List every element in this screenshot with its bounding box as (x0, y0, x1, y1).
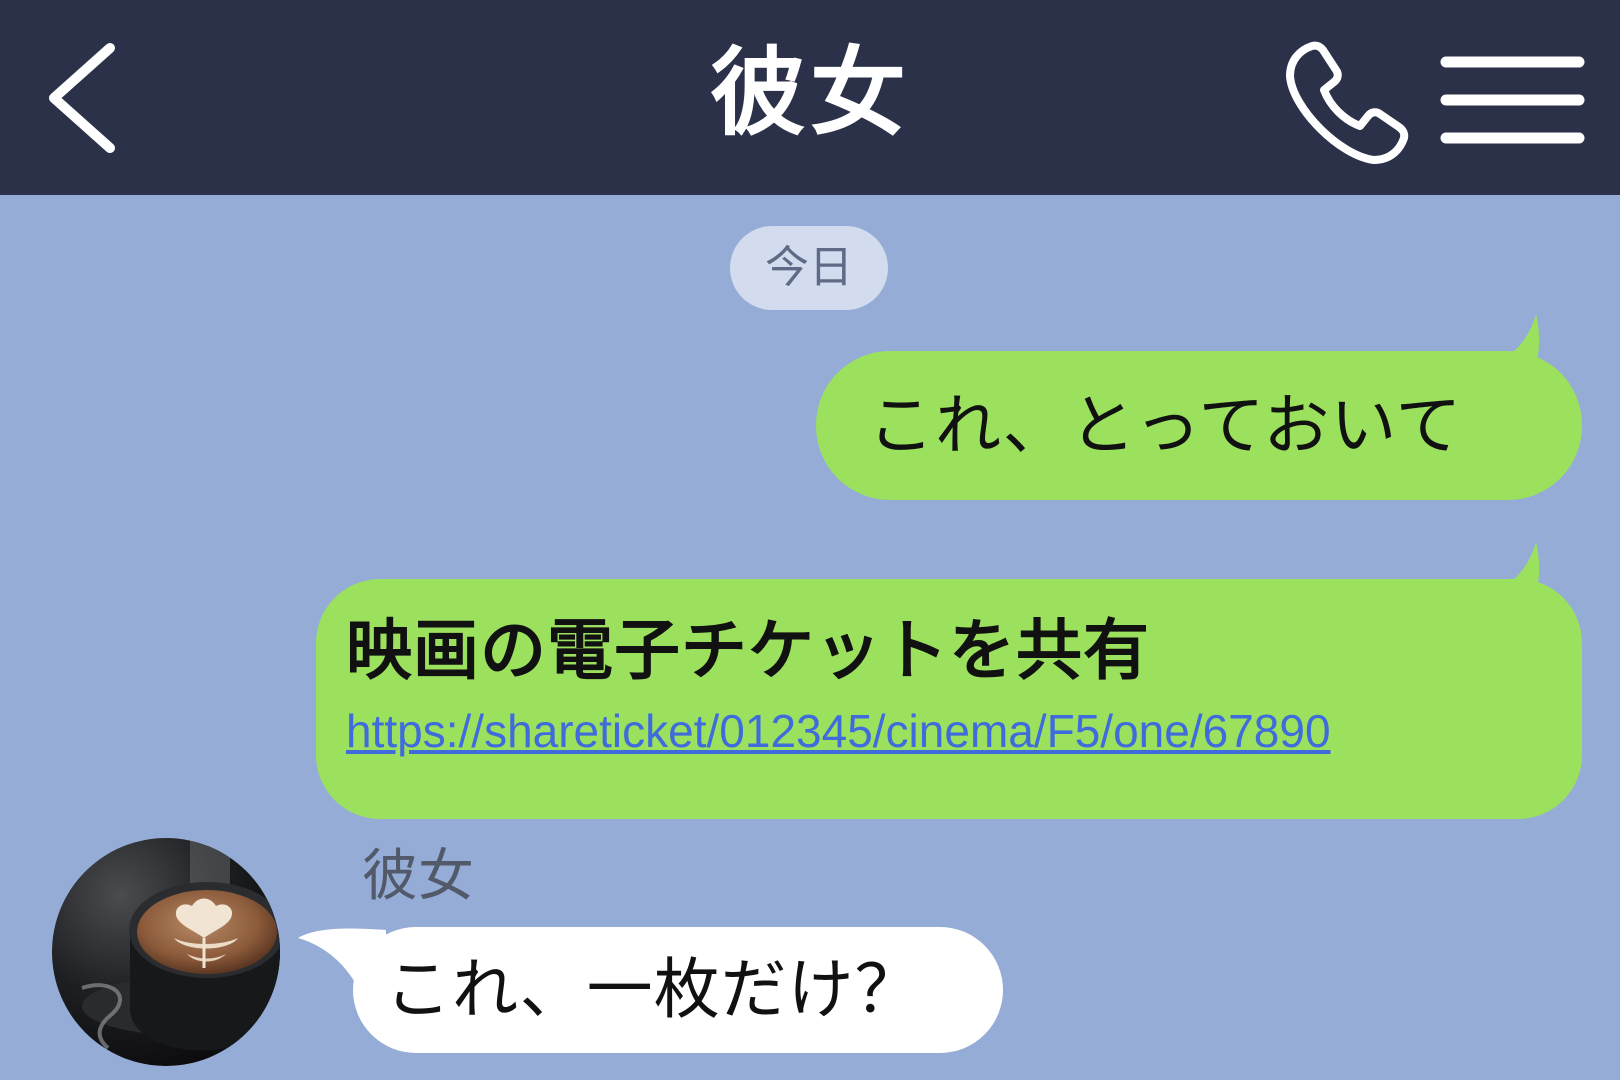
message-text: これ、一枚だけ？ (385, 951, 922, 1028)
coffee-cup-photo (52, 838, 280, 1066)
date-separator: 今日 (730, 226, 888, 310)
incoming-message-bubble[interactable]: これ、一枚だけ？ (353, 927, 1003, 1053)
hamburger-menu-icon[interactable] (1440, 50, 1585, 150)
chat-header: 彼女 (0, 0, 1620, 195)
sender-name: 彼女 (362, 844, 474, 909)
message-text: 映画の電子チケットを共有 (346, 612, 1150, 689)
outgoing-message-bubble[interactable]: 映画の電子チケットを共有 https://shareticket/012345/… (316, 579, 1582, 819)
message-text: これ、とっておいて (868, 387, 1463, 464)
ticket-link[interactable]: https://shareticket/012345/cinema/F5/one… (346, 701, 1331, 761)
outgoing-message-bubble[interactable]: これ、とっておいて (816, 351, 1582, 500)
phone-icon[interactable] (1282, 38, 1412, 168)
avatar[interactable] (52, 838, 280, 1066)
